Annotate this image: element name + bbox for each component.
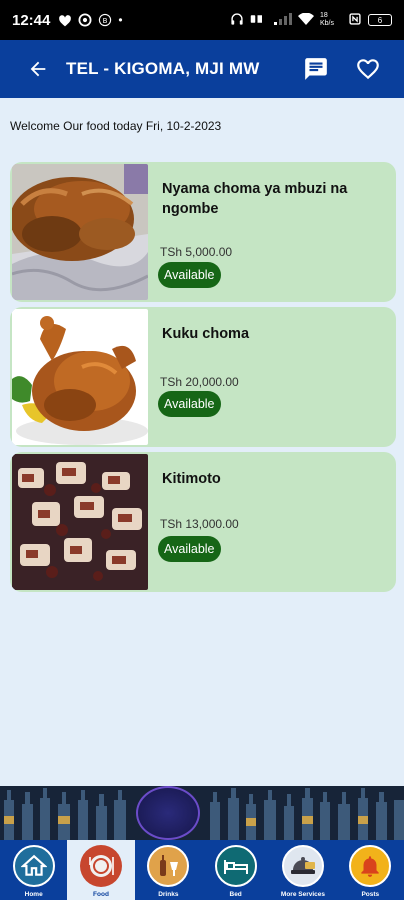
nav-more-services[interactable]: More Services — [269, 840, 336, 900]
b-notification-icon: B — [98, 13, 112, 27]
status-badge: Available — [158, 536, 221, 562]
message-icon — [305, 58, 327, 80]
wifi-icon — [298, 12, 314, 28]
heart-outline-icon — [357, 59, 379, 80]
food-name: Kitimoto — [162, 471, 221, 487]
food-icon — [79, 845, 122, 887]
nav-label: Bed — [229, 891, 242, 898]
status-bar: 12:44 B • 18 Kb/s 6 — [0, 0, 404, 40]
nav-food[interactable]: Food — [67, 840, 135, 900]
nav-label: Drinks — [158, 891, 179, 898]
food-card[interactable]: Kitimoto TSh 13,000.00 Available — [10, 452, 396, 592]
nav-label: More Services — [280, 891, 326, 898]
favorite-button[interactable] — [342, 40, 394, 98]
nav-drinks[interactable]: Drinks — [135, 840, 202, 900]
food-price: TSh 13,000.00 — [160, 517, 239, 531]
nav-label: Food — [93, 891, 109, 898]
net-speed-label: 18 Kb/s — [320, 12, 335, 27]
heart-notification-icon — [58, 14, 72, 27]
nav-label: Home — [24, 891, 43, 898]
food-name: Nyama choma ya mbuzi na ngombe — [162, 181, 348, 217]
status-badge: Available — [158, 262, 221, 288]
message-button[interactable] — [290, 40, 342, 98]
nav-bed[interactable]: Bed — [202, 840, 269, 900]
nav-label: Posts — [361, 891, 380, 898]
food-price: TSh 5,000.00 — [160, 245, 233, 259]
nav-posts[interactable]: Posts — [337, 840, 404, 900]
nav-home[interactable]: Home — [0, 840, 67, 900]
ad-logo — [136, 786, 200, 840]
app-bar: TEL - KIGOMA, MJI MW — [0, 40, 404, 98]
food-image-kitimoto — [12, 454, 148, 590]
back-button[interactable] — [10, 40, 66, 98]
app-notification-icon — [78, 13, 92, 27]
bottom-nav: Home Food Drinks Bed More Services Posts — [0, 840, 404, 900]
status-badge: Available — [158, 391, 221, 417]
battery-icon: 6 — [368, 14, 392, 26]
welcome-text: Welcome Our food today Fri, 10-2-2023 — [10, 119, 222, 133]
headphones-icon — [230, 12, 244, 29]
more-services-icon — [281, 845, 324, 887]
food-price: TSh 20,000.00 — [160, 375, 239, 389]
bottles-image — [0, 786, 404, 840]
drinks-icon — [147, 845, 190, 887]
ad-banner[interactable] — [0, 786, 404, 840]
back-arrow-icon — [30, 61, 46, 77]
signal-icon — [274, 12, 292, 28]
food-card[interactable]: Nyama choma ya mbuzi na ngombe TSh 5,000… — [10, 162, 396, 302]
posts-icon — [349, 845, 392, 887]
dot-icon: • — [118, 13, 123, 27]
food-list: Nyama choma ya mbuzi na ngombe TSh 5,000… — [10, 162, 396, 597]
food-card[interactable]: Kuku choma TSh 20,000.00 Available — [10, 307, 396, 447]
page-title: TEL - KIGOMA, MJI MW — [66, 59, 260, 78]
home-icon — [12, 845, 55, 887]
nfc-icon — [348, 12, 362, 29]
volte-icon — [250, 13, 268, 28]
bed-icon — [214, 845, 257, 887]
status-time: 12:44 — [12, 11, 51, 29]
food-name: Kuku choma — [162, 326, 250, 342]
svg-text:B: B — [103, 17, 108, 25]
food-image-nyama-choma — [12, 164, 148, 300]
food-image-kuku-choma — [12, 309, 148, 445]
